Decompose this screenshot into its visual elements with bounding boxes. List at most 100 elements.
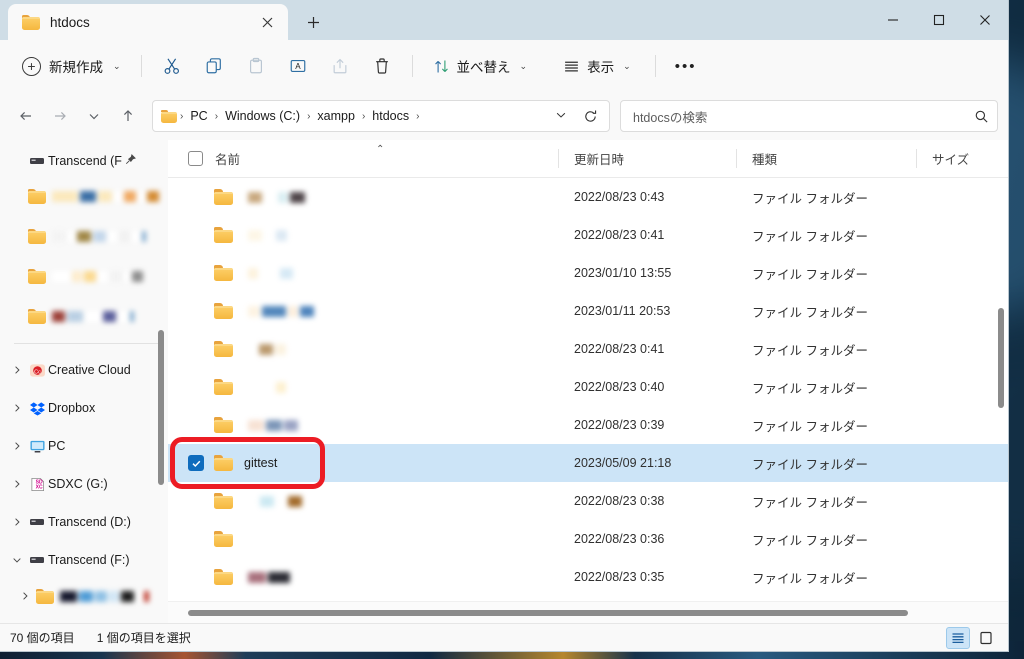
sidebar-items: Cc Creative Cloud Dropbox PC SD XC SDXC (G:) Tr… xyxy=(0,351,168,613)
sort-button[interactable]: 並べ替え ⌄ xyxy=(423,49,538,83)
chevron-right-icon[interactable] xyxy=(8,403,26,413)
table-row[interactable]: 2022/08/23 0:40 ファイル フォルダー xyxy=(168,368,1008,406)
breadcrumb-item-xampp[interactable]: xampp xyxy=(311,106,361,126)
chevron-right-icon[interactable] xyxy=(8,365,26,375)
folder-icon xyxy=(214,265,233,281)
pin-icon xyxy=(125,154,136,168)
toolbar-divider-2 xyxy=(411,55,413,77)
file-name: gittest xyxy=(244,456,278,470)
cut-button[interactable] xyxy=(152,49,192,83)
forward-button[interactable] xyxy=(44,100,76,132)
share-button[interactable] xyxy=(320,49,360,83)
breadcrumb-item-htdocs[interactable]: htdocs xyxy=(366,106,415,126)
chevron-right-icon[interactable] xyxy=(16,591,34,601)
table-row[interactable]: 2022/08/23 0:41 ファイル フォルダー xyxy=(168,330,1008,368)
column-header-name[interactable]: 名前 ⌃ xyxy=(168,140,558,177)
sd-card-icon: SD XC xyxy=(26,477,48,492)
table-row[interactable]: 2022/08/23 0:39 ファイル フォルダー xyxy=(168,406,1008,444)
sidebar-item-dropbox[interactable]: Dropbox xyxy=(0,389,168,427)
redacted-name xyxy=(248,495,302,507)
row-checkbox[interactable] xyxy=(188,379,204,395)
chevron-right-icon[interactable] xyxy=(8,517,26,527)
column-header-type[interactable]: 種類 xyxy=(736,140,916,177)
row-checkbox[interactable] xyxy=(188,493,204,509)
breadcrumb-item-pc[interactable]: PC xyxy=(184,106,213,126)
column-header-date[interactable]: 更新日時 xyxy=(558,140,736,177)
folder-icon xyxy=(214,569,233,585)
recent-locations-button[interactable] xyxy=(78,100,110,132)
horizontal-scrollbar[interactable] xyxy=(168,601,1008,623)
vertical-scrollbar[interactable] xyxy=(994,178,1008,601)
file-rows: 2022/08/23 0:43 ファイル フォルダー 2022/08/23 0:41… xyxy=(168,178,1008,601)
tab-htdocs[interactable]: htdocs xyxy=(8,4,288,40)
sidebar-item-transcend-f[interactable]: Transcend (F:) xyxy=(0,541,168,579)
sidebar-item-sdxc-g[interactable]: SD XC SDXC (G:) xyxy=(0,465,168,503)
row-checkbox[interactable] xyxy=(188,569,204,585)
row-checkbox[interactable] xyxy=(188,189,204,205)
up-button[interactable] xyxy=(112,100,144,132)
table-row[interactable]: 2022/08/23 0:36 ファイル フォルダー xyxy=(168,520,1008,558)
row-checkbox[interactable] xyxy=(188,531,204,547)
more-options-button[interactable]: ••• xyxy=(666,49,706,83)
vertical-scrollbar-thumb[interactable] xyxy=(998,308,1004,408)
new-tab-button[interactable] xyxy=(298,7,328,37)
row-checkbox[interactable] xyxy=(188,417,204,433)
close-window-button[interactable] xyxy=(962,0,1008,40)
cell-name xyxy=(168,265,558,281)
sidebar-blurred-item[interactable] xyxy=(0,216,168,256)
sidebar-scrollbar[interactable] xyxy=(158,330,164,485)
row-checkbox[interactable] xyxy=(188,341,204,357)
chevron-down-icon[interactable] xyxy=(8,555,26,565)
view-button[interactable]: 表示 ⌄ xyxy=(553,49,641,83)
refresh-button[interactable] xyxy=(575,101,605,131)
breadcrumb-separator-4: › xyxy=(416,110,420,122)
sidebar-blurred-item[interactable] xyxy=(0,296,168,336)
breadcrumb[interactable]: › PC › Windows (C:) › xampp › htdocs › xyxy=(152,100,610,132)
horizontal-scrollbar-thumb[interactable] xyxy=(188,610,908,616)
table-row[interactable]: 2022/08/23 0:38 ファイル フォルダー xyxy=(168,482,1008,520)
row-checkbox[interactable] xyxy=(188,455,204,471)
select-all-checkbox[interactable] xyxy=(188,151,203,166)
cell-type: ファイル フォルダー xyxy=(752,457,868,472)
paste-button[interactable] xyxy=(236,49,276,83)
table-row[interactable]: 2023/01/11 20:53 ファイル フォルダー xyxy=(168,292,1008,330)
details-view-button[interactable] xyxy=(946,626,970,649)
chevron-right-icon[interactable] xyxy=(8,479,26,489)
table-row[interactable]: gittest 2023/05/09 21:18 ファイル フォルダー xyxy=(168,444,1008,482)
minimize-button[interactable] xyxy=(870,0,916,40)
table-row[interactable]: 2022/08/23 0:35 ファイル フォルダー xyxy=(168,558,1008,596)
sidebar-item-transcend-d[interactable]: Transcend (D:) xyxy=(0,503,168,541)
back-button[interactable] xyxy=(10,100,42,132)
redacted-name xyxy=(248,267,293,279)
cell-type: ファイル フォルダー xyxy=(752,305,868,320)
delete-button[interactable] xyxy=(362,49,402,83)
breadcrumb-item-windows-c[interactable]: Windows (C:) xyxy=(219,106,306,126)
table-row[interactable]: 2022/08/23 0:43 ファイル フォルダー xyxy=(168,178,1008,216)
row-checkbox[interactable] xyxy=(188,303,204,319)
column-header-size[interactable]: サイズ xyxy=(916,140,976,177)
sidebar-item-label: SDXC (G:) xyxy=(48,477,108,491)
chevron-right-icon[interactable] xyxy=(8,441,26,451)
rename-button[interactable]: A xyxy=(278,49,318,83)
sidebar-subitem-blurred[interactable] xyxy=(0,579,168,613)
pane-view-button[interactable] xyxy=(974,627,998,649)
search-icon[interactable] xyxy=(974,109,989,124)
search-input[interactable]: htdocsの検索 xyxy=(620,100,998,132)
sidebar-item-pc[interactable]: PC xyxy=(0,427,168,465)
maximize-button[interactable] xyxy=(916,0,962,40)
row-checkbox[interactable] xyxy=(188,265,204,281)
sidebar-blurred-item[interactable] xyxy=(0,176,168,216)
new-button[interactable]: + 新規作成 ⌄ xyxy=(12,49,131,83)
sidebar-blurred-item[interactable] xyxy=(0,256,168,296)
breadcrumb-dropdown-icon[interactable] xyxy=(547,109,575,124)
close-tab-icon[interactable] xyxy=(254,9,280,35)
redacted-name xyxy=(248,571,290,583)
row-checkbox[interactable] xyxy=(188,227,204,243)
table-row[interactable]: 2023/01/10 13:55 ファイル フォルダー xyxy=(168,254,1008,292)
sidebar-item-transcend-f-pinned[interactable]: Transcend (F xyxy=(0,146,168,176)
title-bar: htdocs xyxy=(0,0,1008,40)
table-row[interactable]: 2022/08/23 0:41 ファイル フォルダー xyxy=(168,216,1008,254)
sidebar-item-creative-cloud[interactable]: Cc Creative Cloud xyxy=(0,351,168,389)
cell-name xyxy=(168,417,558,433)
copy-button[interactable] xyxy=(194,49,234,83)
